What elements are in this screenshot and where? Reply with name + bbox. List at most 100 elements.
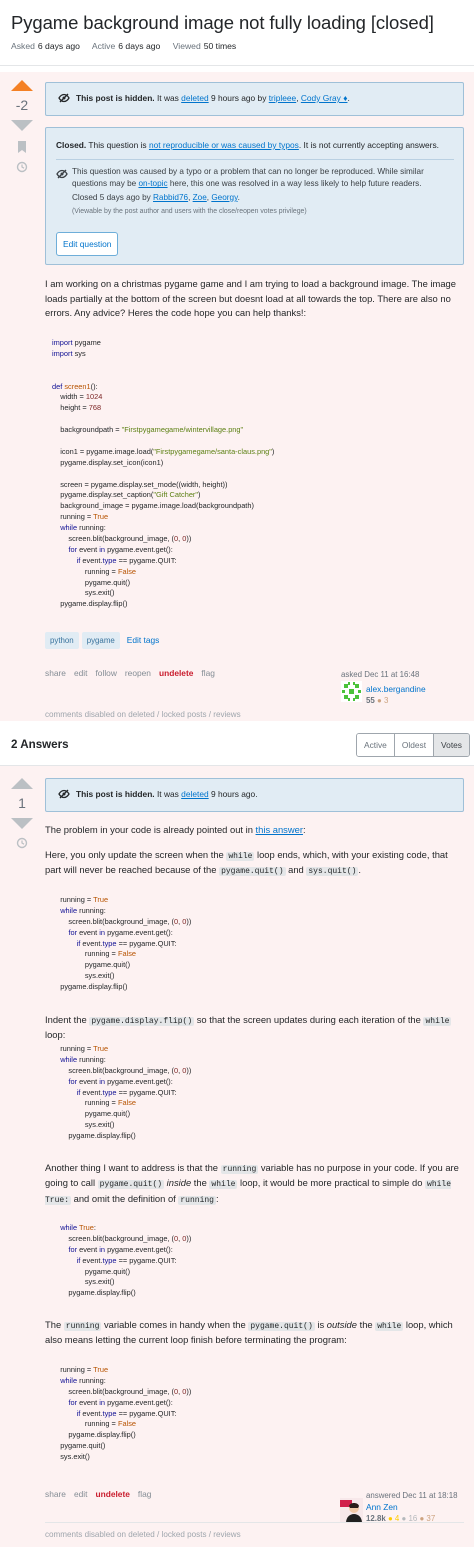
code-line: width = 1024: [52, 392, 103, 402]
on-topic-link[interactable]: on-topic: [138, 179, 167, 188]
downvote-arrow-icon[interactable]: [11, 818, 33, 829]
avatar[interactable]: [340, 1498, 363, 1523]
avatar[interactable]: [341, 681, 362, 702]
share-link[interactable]: share: [45, 1489, 66, 1499]
code-line: while running:: [60, 523, 106, 533]
p2-a: Here, you only update the screen when th…: [45, 849, 227, 860]
edit-question-button[interactable]: Edit question: [56, 232, 119, 257]
code-line: if event.type == pygame.QUIT:: [76, 1087, 177, 1097]
history-icon[interactable]: [16, 837, 28, 849]
undelete-link[interactable]: undelete: [159, 668, 193, 678]
p5-a: The: [45, 1319, 64, 1330]
code-line: for event in pygame.event.get():: [68, 927, 173, 937]
hidden-eye-icon: [58, 93, 70, 103]
p4-e: loop, it would be more practical to simp…: [237, 1177, 426, 1189]
question-title[interactable]: Pygame background image not fully loadin…: [11, 10, 434, 37]
comments-disabled-note: comments disabled on deleted / locked po…: [45, 710, 241, 719]
deleter-link-tripleee[interactable]: tripleee: [269, 93, 296, 103]
inline-code: pygame.display.flip(): [89, 1017, 195, 1026]
closer-link-rabbid76[interactable]: Rabbid76: [153, 193, 188, 202]
flag-link[interactable]: flag: [201, 668, 215, 678]
code-line: pygame.quit(): [52, 577, 131, 587]
tag-pygame[interactable]: pygame: [81, 632, 120, 650]
answers-count: 2 Answers: [11, 738, 69, 751]
hidden-eye-icon: [58, 789, 70, 799]
history-icon[interactable]: [16, 161, 28, 173]
close-reason-link[interactable]: not reproducible or was caused by typos: [149, 140, 299, 150]
code-line: running = False: [52, 1419, 137, 1429]
code-line: pygame.quit(): [52, 1109, 131, 1119]
code-line: for event in pygame.event.get():: [68, 1397, 173, 1407]
deleter-link-cody-gray[interactable]: Cody Gray ♦: [301, 93, 348, 103]
question-post-menu: share edit follow reopen undelete flag: [45, 667, 223, 679]
share-link[interactable]: share: [45, 668, 66, 678]
upvote-arrow-icon[interactable]: [11, 80, 33, 91]
tag-list: python pygame Edit tags: [45, 632, 160, 650]
p3-a: Indent the: [45, 1014, 90, 1025]
active-value[interactable]: 6 days ago: [118, 41, 160, 51]
p5-em: outside: [326, 1319, 357, 1330]
deleted-link[interactable]: deleted: [181, 789, 208, 799]
downvote-arrow-icon[interactable]: [11, 120, 33, 131]
tab-oldest[interactable]: Oldest: [394, 734, 435, 757]
undelete-link[interactable]: undelete: [95, 1489, 129, 1499]
edit-link[interactable]: edit: [74, 668, 88, 678]
answer-paragraph-3: Indent the pygame.display.flip() so that…: [45, 1013, 464, 1043]
hidden-notice-text: This post is hidden. It was deleted 9 ho…: [76, 92, 350, 104]
closed-divider: [56, 159, 454, 160]
p4-f: and omit the definition of: [71, 1192, 179, 1204]
this-answer-link[interactable]: this answer: [256, 824, 303, 835]
inline-code: while: [423, 1017, 452, 1026]
tab-votes[interactable]: Votes: [434, 734, 469, 757]
closer-link-zoe[interactable]: Zoe: [193, 193, 207, 202]
active-label: Active: [91, 41, 116, 51]
closed-by-line: Closed 5 days ago by Rabbid76, Zoe, Geor…: [72, 192, 240, 204]
p2-d: .: [358, 864, 361, 876]
code-line: pygame.quit(): [52, 1266, 131, 1276]
code-line: sys.exit(): [52, 1277, 115, 1287]
code-line: background_image = pygame.image.load(bac…: [52, 501, 254, 511]
code-line: pygame.display.flip(): [52, 1430, 136, 1440]
p5-d: the: [356, 1319, 376, 1330]
viewed-value: 50 times: [203, 41, 237, 51]
code-line: screen = pygame.display.set_mode((width,…: [52, 479, 228, 489]
code-line: while running:: [60, 905, 106, 915]
follow-link[interactable]: follow: [95, 668, 116, 678]
answer-sort-tabs: Active Oldest Votes: [356, 733, 470, 758]
closer-link-georgy[interactable]: Georgy: [211, 193, 237, 202]
code-line: import sys: [52, 348, 86, 358]
edit-link[interactable]: edit: [74, 1489, 88, 1499]
inline-code: running: [63, 1322, 102, 1331]
user-link-alex-bergandine[interactable]: alex.bergandine: [366, 684, 426, 694]
p2-c: and: [285, 864, 307, 876]
code-line: running = False: [52, 566, 137, 576]
reopen-link[interactable]: reopen: [125, 668, 151, 678]
answer-paragraph-5: The running variable comes in handy when…: [45, 1318, 464, 1348]
upvote-arrow-icon[interactable]: [11, 778, 33, 789]
question-user-details: alex.bergandine 55 ● 3: [366, 683, 426, 707]
closer-end: .: [237, 193, 240, 202]
code-line: for event in pygame.event.get():: [68, 544, 173, 554]
edit-tags-link[interactable]: Edit tags: [127, 635, 160, 645]
flag-link[interactable]: flag: [138, 1489, 152, 1499]
code-line: if event.type == pygame.QUIT:: [76, 1255, 177, 1265]
user-link-ann-zen[interactable]: Ann Zen: [366, 1502, 398, 1512]
p5-c: is: [314, 1319, 327, 1330]
p3-c: loop:: [45, 1029, 66, 1041]
hidden-notice-bold: This post is hidden.: [76, 789, 155, 799]
inline-code: pygame.quit(): [219, 867, 286, 877]
deleted-link[interactable]: deleted: [181, 93, 208, 103]
code-line: sys.exit(): [52, 588, 115, 598]
tag-python[interactable]: python: [45, 632, 79, 650]
code-line: screen.blit(background_image, (0, 0)): [52, 1065, 192, 1075]
code-line: if event.type == pygame.QUIT:: [76, 938, 177, 948]
code-line: screen.blit(background_image, (0, 0)): [52, 1233, 192, 1243]
tab-active[interactable]: Active: [357, 734, 395, 757]
bookmark-icon[interactable]: [17, 141, 27, 153]
answer-post-menu: share edit undelete flag: [45, 1488, 159, 1500]
code-line: while running:: [60, 1054, 106, 1064]
answer-code-block-3: while True: screen.blit(background_image…: [52, 1223, 471, 1299]
